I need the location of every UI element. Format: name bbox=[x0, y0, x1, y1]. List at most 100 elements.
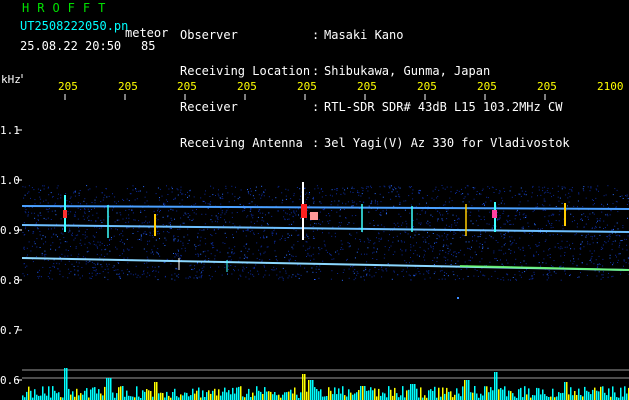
noise-dot bbox=[104, 256, 106, 257]
noise-dot bbox=[605, 194, 607, 196]
noise-dot bbox=[621, 240, 623, 241]
noise-dot bbox=[128, 221, 130, 223]
noise-dot bbox=[214, 258, 216, 260]
noise-dot bbox=[143, 232, 145, 234]
noise-dot bbox=[84, 237, 86, 239]
noise-dot bbox=[86, 203, 88, 205]
noise-dot bbox=[221, 212, 223, 214]
noise-dot bbox=[353, 201, 355, 203]
noise-dot bbox=[336, 193, 337, 195]
noise-dot bbox=[456, 275, 458, 277]
noise-dot bbox=[200, 275, 202, 277]
noise-dot bbox=[268, 196, 270, 198]
noise-dot bbox=[454, 279, 456, 281]
noise-dot bbox=[607, 240, 609, 242]
noise-dot bbox=[181, 248, 183, 250]
noise-dot bbox=[355, 215, 357, 216]
noise-dot bbox=[47, 187, 49, 189]
noise-dot bbox=[71, 203, 73, 205]
noise-dot bbox=[389, 234, 390, 236]
noise-dot bbox=[346, 258, 348, 260]
noise-dot bbox=[379, 214, 381, 216]
noise-dot bbox=[439, 270, 441, 272]
noise-dot bbox=[367, 237, 369, 239]
noise-dot bbox=[289, 235, 290, 237]
noise-dot bbox=[342, 187, 344, 189]
noise-dot bbox=[197, 245, 199, 246]
noise-dot bbox=[74, 214, 76, 216]
noise-dot bbox=[224, 263, 226, 265]
noise-dot bbox=[180, 254, 182, 256]
activity-bar bbox=[456, 388, 458, 400]
noise-dot bbox=[126, 227, 128, 229]
noise-dot bbox=[64, 263, 66, 265]
activity-bar bbox=[126, 390, 128, 400]
noise-dot bbox=[174, 198, 176, 200]
noise-dot bbox=[282, 277, 284, 279]
noise-dot bbox=[472, 240, 473, 242]
noise-dot bbox=[318, 253, 320, 255]
noise-dot bbox=[127, 257, 129, 259]
noise-dot bbox=[228, 201, 230, 203]
noise-dot bbox=[427, 271, 429, 273]
noise-dot bbox=[518, 204, 520, 206]
activity-bar bbox=[444, 393, 446, 400]
noise-dot bbox=[250, 213, 252, 215]
noise-dot bbox=[381, 224, 383, 226]
noise-dot bbox=[57, 236, 58, 238]
activity-bar bbox=[468, 380, 470, 400]
noise-dot bbox=[622, 248, 624, 250]
noise-dot bbox=[168, 232, 170, 234]
noise-dot bbox=[589, 190, 591, 192]
noise-dot bbox=[170, 228, 172, 229]
noise-dot bbox=[599, 226, 601, 228]
noise-dot bbox=[103, 219, 105, 221]
noise-dot bbox=[23, 248, 25, 250]
noise-dot bbox=[577, 200, 579, 202]
noise-dot bbox=[581, 234, 583, 236]
noise-dot bbox=[253, 232, 255, 234]
noise-dot bbox=[74, 269, 76, 271]
noise-dot bbox=[523, 213, 525, 215]
noise-dot bbox=[585, 197, 587, 199]
noise-dot bbox=[55, 234, 57, 236]
noise-dot bbox=[143, 248, 145, 250]
noise-dot bbox=[405, 249, 407, 251]
activity-bar bbox=[212, 390, 214, 400]
noise-dot bbox=[33, 231, 35, 233]
noise-dot bbox=[489, 261, 491, 263]
noise-dot bbox=[500, 233, 502, 235]
noise-dot bbox=[614, 225, 616, 227]
noise-dot bbox=[377, 201, 378, 203]
noise-dot bbox=[353, 188, 355, 190]
noise-dot bbox=[538, 189, 540, 191]
noise-dot bbox=[135, 189, 137, 191]
noise-dot bbox=[433, 273, 435, 275]
noise-dot bbox=[480, 231, 482, 233]
noise-dot bbox=[607, 276, 609, 278]
activity-bar bbox=[538, 388, 540, 400]
noise-dot bbox=[341, 243, 343, 245]
activity-bar bbox=[482, 395, 484, 400]
noise-dot bbox=[101, 243, 103, 245]
noise-dot bbox=[593, 263, 595, 265]
noise-dot bbox=[392, 241, 394, 243]
noise-dot bbox=[331, 235, 333, 237]
activity-bar bbox=[614, 392, 616, 400]
noise-dot bbox=[279, 271, 281, 273]
noise-dot bbox=[68, 231, 70, 233]
noise-dot bbox=[424, 250, 426, 252]
noise-dot bbox=[261, 185, 263, 187]
noise-dot bbox=[44, 255, 46, 257]
noise-dot bbox=[263, 230, 265, 232]
noise-dot bbox=[393, 205, 395, 207]
noise-dot bbox=[591, 238, 593, 240]
noise-dot bbox=[288, 224, 290, 226]
noise-dot bbox=[152, 236, 154, 238]
noise-dot bbox=[285, 195, 287, 197]
noise-dot bbox=[284, 240, 286, 241]
activity-bar bbox=[536, 387, 538, 400]
noise-dot bbox=[473, 188, 475, 190]
noise-dot bbox=[177, 241, 179, 242]
noise-dot bbox=[224, 266, 226, 268]
